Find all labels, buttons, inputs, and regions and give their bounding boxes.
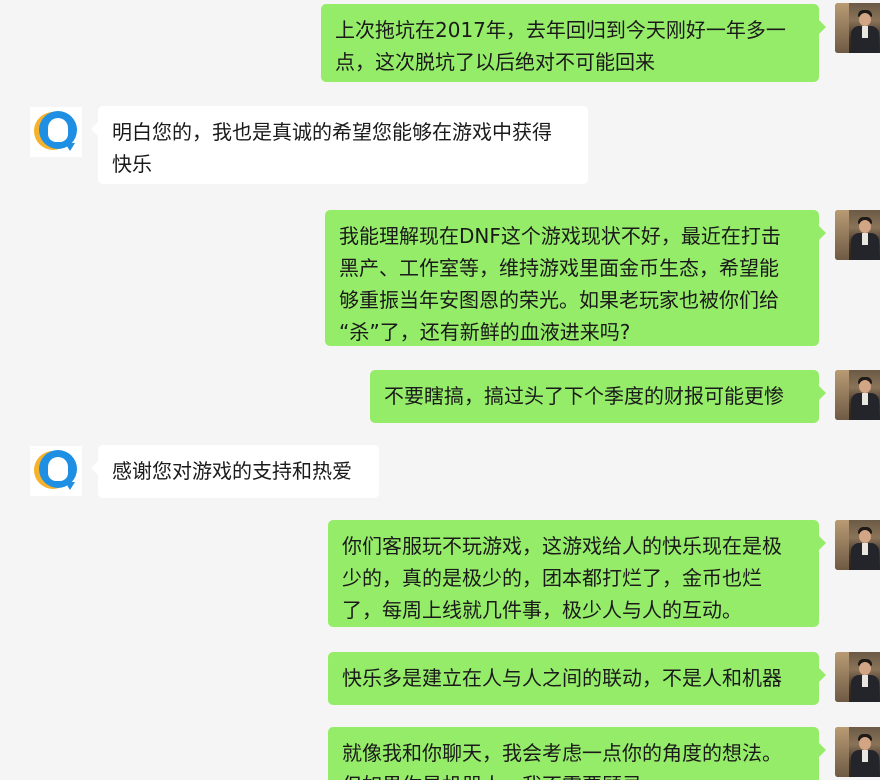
outgoing-message-bubble[interactable]: 我能理解现在DNF这个游戏现状不好，最近在打击 黑产、工作室等，维持游戏里面金币…: [325, 210, 826, 346]
self-avatar[interactable]: [835, 652, 880, 702]
outgoing-message-bubble[interactable]: 上次拖坑在2017年，去年回归到今天刚好一年多一 点，这次脱坑了以后绝对不可能回…: [321, 4, 826, 82]
outgoing-message-bubble[interactable]: 快乐多是建立在人与人之间的联动，不是人和机器: [328, 652, 826, 705]
chat-message-list[interactable]: 上次拖坑在2017年，去年回归到今天刚好一年多一 点，这次脱坑了以后绝对不可能回…: [0, 0, 880, 780]
outgoing-message-bubble[interactable]: 不要瞎搞，搞过头了下个季度的财报可能更惨: [370, 370, 826, 423]
self-avatar[interactable]: [835, 370, 880, 420]
self-avatar[interactable]: [835, 210, 880, 260]
self-avatar[interactable]: [835, 727, 880, 777]
outgoing-message-bubble[interactable]: 就像我和你聊天，我会考虑一点你的角度的想法。 但如果你是机器人，我不需要顾忌: [328, 727, 826, 780]
self-avatar[interactable]: [835, 520, 880, 570]
customer-service-avatar[interactable]: [30, 446, 82, 496]
customer-service-avatar[interactable]: [30, 107, 82, 157]
outgoing-message-bubble[interactable]: 你们客服玩不玩游戏，这游戏给人的快乐现在是极 少的，真的是极少的，团本都打烂了，…: [328, 520, 826, 627]
incoming-message-bubble[interactable]: 感谢您对游戏的支持和热爱: [91, 445, 379, 498]
incoming-message-bubble[interactable]: 明白您的，我也是真诚的希望您能够在游戏中获得 快乐: [91, 106, 588, 184]
self-avatar[interactable]: [835, 3, 880, 53]
